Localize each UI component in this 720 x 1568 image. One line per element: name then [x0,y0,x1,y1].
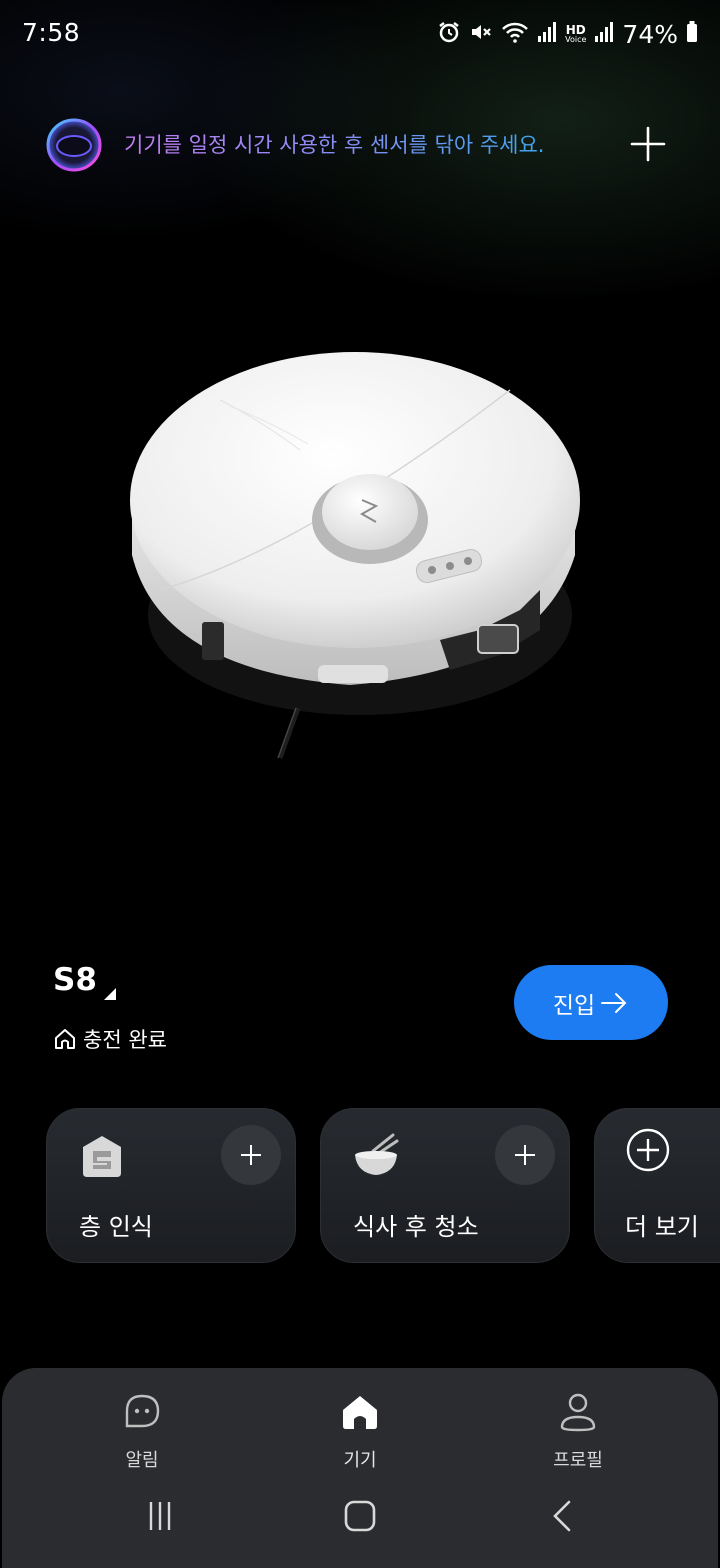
device-name[interactable]: S8 [53,962,97,998]
after-meal-cleaning-card[interactable]: 식사 후 청소 [320,1108,570,1263]
alarm-icon [437,20,461,48]
arrow-right-icon [601,992,627,1013]
enter-label: 진입 [552,992,596,1019]
plus-circle-icon [626,1128,670,1172]
recent-apps-button[interactable] [138,1494,182,1538]
chat-bubble-icon [125,1394,160,1428]
nav-label: 프로필 [553,1450,603,1471]
hd-voice-icon: HD Voice [565,24,586,44]
floor-recognition-icon [83,1136,121,1177]
voice-label: Voice [565,35,587,44]
charging-status-label: 충전 완료 [83,1028,167,1052]
plus-icon [241,1145,261,1165]
robot-vacuum-image [130,352,580,759]
home-square-icon [344,1500,376,1532]
add-shortcut-button[interactable] [495,1125,555,1185]
device-status: 충전 완료 [53,1024,167,1054]
nav-label: 기기 [343,1450,377,1471]
dropdown-caret-icon[interactable] [104,988,116,1000]
home-button[interactable] [338,1494,382,1538]
status-bar: 7:58 HD Voice 74% [0,0,720,70]
wifi-icon [501,20,529,48]
signal-icon [537,20,557,48]
nav-alerts[interactable]: 알림 [82,1392,202,1472]
system-navigation-bar [0,1494,720,1538]
signal-icon [594,20,614,48]
floor-recognition-card[interactable]: 층 인식 [46,1108,296,1263]
nav-label: 알림 [125,1450,159,1471]
add-shortcut-button[interactable] [221,1125,281,1185]
ai-assistant-icon [46,118,102,172]
card-label: 층 인식 [79,1213,153,1241]
more-card[interactable]: 더 보기 [594,1108,720,1263]
add-icon[interactable] [628,124,668,164]
card-label: 식사 후 청소 [353,1213,479,1241]
banner-message: 기기를 일정 시간 사용한 후 센서를 닦아 주세요. [124,129,544,159]
back-chevron-icon [553,1500,571,1532]
home-outline-icon [55,1029,75,1049]
mute-icon [469,20,493,48]
home-icon [343,1396,377,1429]
battery-percentage: 74% [622,19,678,49]
enter-button[interactable]: 진입 [514,965,668,1040]
plus-icon [515,1145,535,1165]
card-label: 더 보기 [625,1213,699,1241]
status-icons: HD Voice 74% [437,18,698,50]
back-button[interactable] [540,1494,584,1538]
battery-icon [686,20,698,48]
recent-apps-icon [149,1502,171,1530]
nav-devices[interactable]: 기기 [300,1392,420,1472]
status-time: 7:58 [22,18,81,47]
meal-bowl-icon [355,1133,399,1175]
sensor-cleaning-banner[interactable]: 기기를 일정 시간 사용한 후 센서를 닦아 주세요. [46,116,676,174]
person-icon [560,1393,596,1432]
nav-profile[interactable]: 프로필 [518,1392,638,1472]
